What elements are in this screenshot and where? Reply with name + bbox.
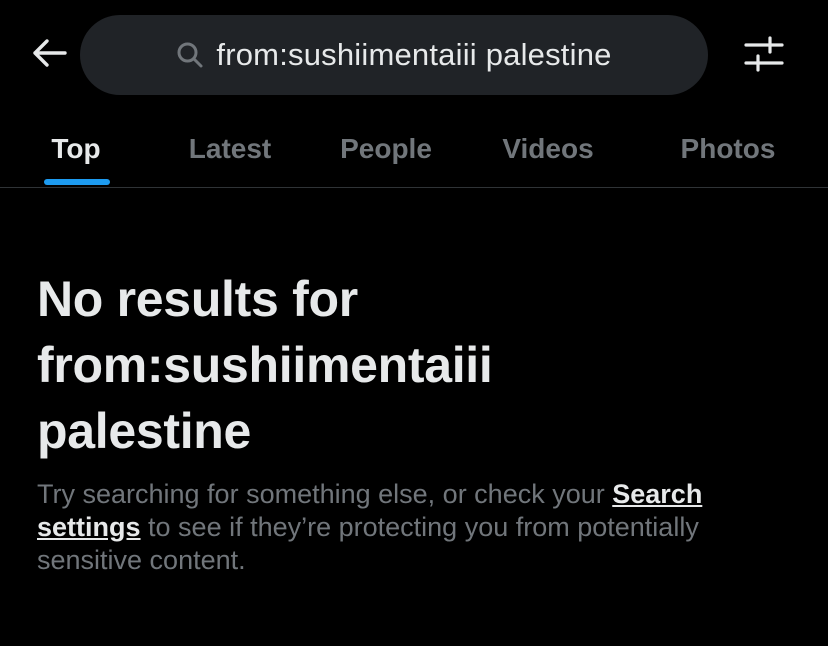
empty-title-line: palestine: [37, 403, 252, 459]
active-tab-indicator: [44, 179, 110, 185]
empty-state-title: No results for from:sushiimentaiii pales…: [37, 266, 797, 464]
empty-title-line: No results for: [37, 271, 358, 327]
empty-state: No results for from:sushiimentaiii pales…: [37, 266, 797, 577]
search-filter-button[interactable]: [740, 32, 788, 80]
tab-videos[interactable]: Videos: [480, 110, 616, 187]
empty-state-message: Try searching for something else, or che…: [37, 478, 797, 577]
search-icon: [176, 40, 206, 70]
sliders-icon: [744, 35, 784, 78]
tab-people[interactable]: People: [318, 110, 454, 187]
tab-top[interactable]: Top: [20, 110, 132, 187]
search-tabs: Top Latest People Videos Photos: [0, 110, 828, 188]
search-results-screen: from:sushiimentaiii palestine Top Latest…: [0, 0, 828, 646]
arrow-left-icon: [31, 38, 67, 73]
search-header: from:sushiimentaiii palestine: [0, 0, 828, 110]
search-input[interactable]: from:sushiimentaiii palestine: [80, 15, 708, 95]
search-query: from:sushiimentaiii palestine: [216, 37, 612, 72]
tab-photos[interactable]: Photos: [660, 110, 796, 187]
back-button[interactable]: [24, 30, 74, 80]
tab-latest[interactable]: Latest: [160, 110, 300, 187]
empty-message-text: Try searching for something else, or che…: [37, 479, 613, 509]
empty-title-line: from:sushiimentaiii: [37, 337, 493, 393]
